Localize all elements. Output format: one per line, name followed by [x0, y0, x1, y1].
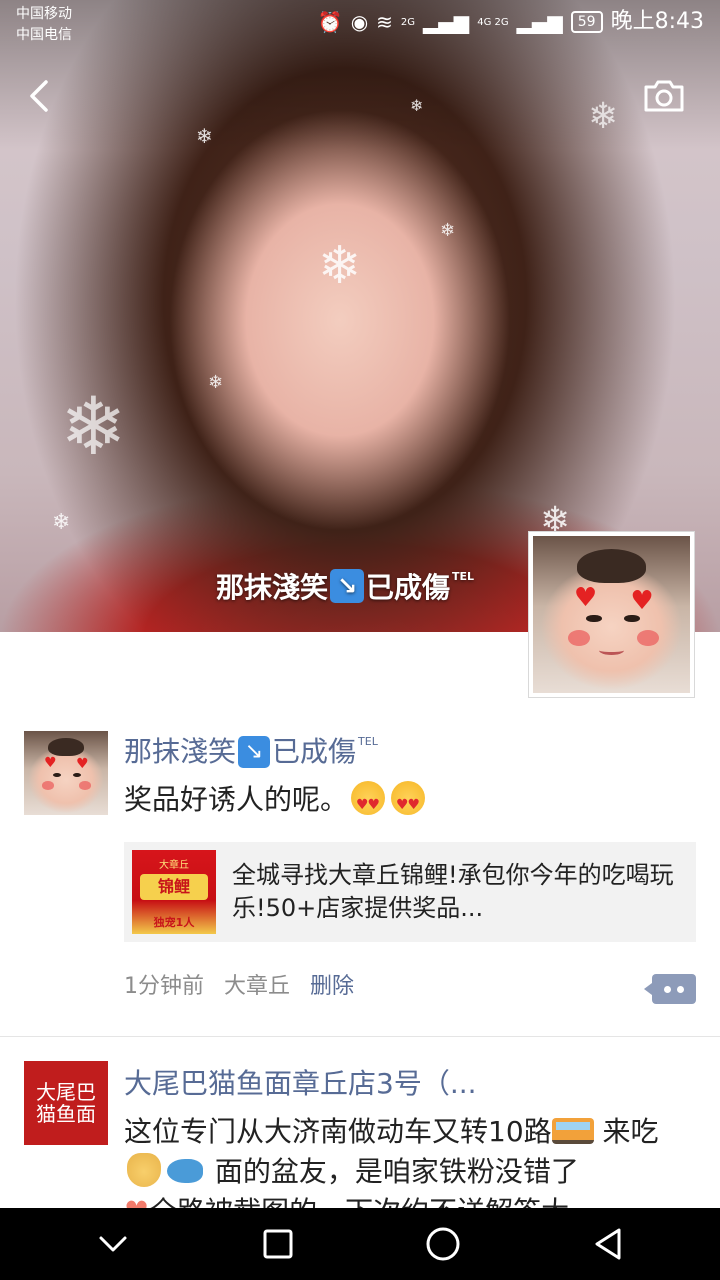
post-text: 奖品好诱人的呢。 — [124, 780, 694, 825]
post-author-sup: TEL — [358, 735, 378, 748]
post-text-part3: 面的盆友，是咱家铁粉没错了 — [206, 1155, 579, 1188]
baby-photo: ♥ ♥ — [533, 536, 690, 693]
snowflake-icon: ❄ — [52, 510, 71, 535]
eye-shape — [586, 614, 603, 623]
hair-shape — [47, 737, 85, 757]
comment-icon — [664, 986, 671, 993]
carrier-2: 中国电信 — [16, 27, 72, 43]
recent-apps-button[interactable] — [242, 1214, 314, 1274]
heart-icon: ♥ — [630, 586, 654, 617]
arrow-down-right-icon: ↘ — [238, 736, 271, 768]
carrier-info: 中国移动 中国电信 — [16, 4, 72, 46]
heart-eyes-emoji-icon — [351, 781, 386, 825]
circle-home-icon — [426, 1227, 459, 1261]
signal-4g: 4G 2G — [477, 16, 509, 28]
cover-username-part2: 已成傷 — [366, 571, 451, 604]
battery-indicator: 59 — [570, 11, 603, 33]
eye-icon: ◉ — [350, 10, 369, 34]
shop-avatar-text: 大尾巴猫鱼面 — [36, 1080, 96, 1126]
cat-emoji-icon — [127, 1153, 161, 1187]
cheek-shape — [42, 781, 55, 790]
baby-photo: ♥ ♥ — [24, 731, 108, 815]
thumb-title-text: 锦鲤 — [140, 874, 208, 900]
eye-shape — [72, 773, 82, 778]
post-author[interactable]: 那抹淺笑 ↘ 已成傷 TEL — [124, 734, 378, 770]
status-bar: 中国移动 中国电信 ⏰ ◉ ≋ 2G ▂▄▆ 4G 2G ▂▄▆ 59 晚上8:… — [0, 0, 720, 50]
heart-icon: ♥ — [44, 754, 57, 771]
hide-nav-button[interactable] — [77, 1214, 149, 1274]
post-time: 1分钟前 — [124, 974, 204, 999]
cover-username-part1: 那抹淺笑 — [216, 571, 329, 604]
post-text-content: 奖品好诱人的呢。 — [124, 783, 349, 816]
clock: 晚上8:43 — [610, 9, 704, 34]
camera-icon — [644, 80, 684, 112]
wifi-icon: ≋ — [376, 10, 393, 34]
snowflake-icon: ❄ — [318, 236, 362, 296]
snowflake-icon: ❄ — [440, 220, 456, 241]
snowflake-icon: ❄ — [196, 124, 213, 148]
system-navigation-bar — [0, 1208, 720, 1280]
chevron-left-icon — [30, 80, 48, 112]
post-author-part2: 已成傷 — [272, 735, 357, 768]
link-title: 全城寻找大章丘锦鲤!承包你今年的吃喝玩乐!50+店家提供奖品... — [232, 861, 674, 922]
signal-2g: 2G — [400, 16, 416, 28]
comment-button[interactable] — [644, 974, 696, 1004]
snowflake-icon: ❄ — [588, 96, 619, 137]
status-icons: ⏰ ◉ ≋ 2G ▂▄▆ 4G 2G ▂▄▆ 59 晚上8:43 — [318, 8, 704, 36]
post-author[interactable]: 大尾巴猫鱼面章丘店3号（... — [124, 1066, 477, 1102]
eye-shape — [624, 614, 640, 623]
post-meta: 1分钟前 大章丘 删除 — [124, 972, 354, 1002]
delete-button[interactable]: 删除 — [310, 972, 354, 1002]
thumb-top-text: 大章丘 — [159, 860, 189, 871]
back-button[interactable] — [22, 74, 58, 118]
camera-button[interactable] — [642, 78, 686, 114]
heart-eyes-emoji-icon — [391, 781, 426, 825]
snowflake-icon: ❄ — [60, 380, 128, 473]
triangle-back-icon — [595, 1228, 620, 1260]
post-author-part1: 那抹淺笑 — [124, 735, 237, 768]
thumb-bottom-text: 独宠1人 — [153, 916, 195, 929]
cover-username-sup: TEL — [452, 569, 475, 583]
home-button[interactable] — [407, 1214, 479, 1274]
signal-icon: ▂▄▆ — [516, 10, 563, 34]
carrier-1: 中国移动 — [16, 6, 72, 22]
snowflake-icon: ❄ — [208, 372, 224, 393]
post-text-part1: 这位专门从大济南做动车又转10路 — [124, 1115, 552, 1148]
post-author-name: 大尾巴猫鱼面章丘店3号（... — [124, 1067, 477, 1100]
post-divider — [0, 1036, 720, 1037]
post-text-part2: 来吃 — [593, 1115, 659, 1148]
chevron-down-icon — [99, 1236, 126, 1252]
link-thumbnail: 大章丘 锦鲤 独宠1人 — [132, 850, 216, 934]
heart-icon: ♥ — [573, 583, 598, 614]
cheek-shape — [636, 630, 659, 646]
hair-shape — [576, 548, 647, 584]
bus-emoji-icon — [551, 1118, 594, 1144]
signal-icon: ▂▄▆ — [423, 10, 470, 34]
snowflake-icon: ❄ — [410, 96, 424, 115]
cover-username: 那抹淺笑 ↘ 已成傷 TEL — [216, 566, 474, 606]
post-location[interactable]: 大章丘 — [224, 972, 290, 1002]
alarm-icon: ⏰ — [317, 10, 343, 34]
shop-avatar[interactable]: 大尾巴猫鱼面 — [24, 1061, 108, 1145]
fish-emoji-icon — [167, 1159, 203, 1183]
eye-shape — [52, 773, 61, 778]
cheek-shape — [567, 630, 590, 646]
arrow-down-right-icon: ↘ — [330, 569, 365, 603]
comment-icon — [677, 986, 684, 993]
back-nav-button[interactable] — [572, 1214, 644, 1274]
square-recent-icon — [263, 1229, 292, 1259]
profile-avatar[interactable]: ♥ ♥ — [528, 531, 695, 698]
mouth-shape — [598, 646, 625, 656]
heart-icon: ♥ — [76, 756, 89, 773]
post-avatar[interactable]: ♥ ♥ — [24, 731, 108, 815]
cheek-shape — [79, 781, 92, 790]
shared-link-card[interactable]: 大章丘 锦鲤 独宠1人 全城寻找大章丘锦鲤!承包你今年的吃喝玩乐!50+店家提供… — [124, 842, 696, 942]
